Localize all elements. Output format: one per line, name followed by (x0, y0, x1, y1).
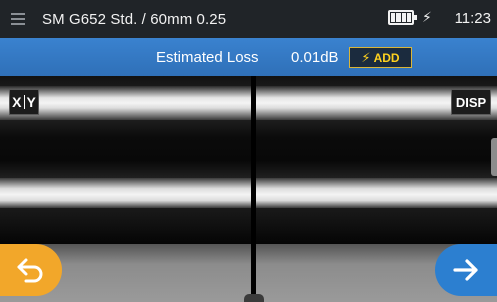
back-arrow-icon (17, 258, 43, 283)
menu-icon-line (11, 23, 25, 25)
charging-bolt-icon: ⚡ (422, 9, 432, 25)
estimated-loss-label: Estimated Loss (156, 49, 259, 66)
menu-button[interactable] (0, 0, 36, 38)
menu-icon-line (11, 13, 25, 15)
side-panel-handle[interactable] (491, 138, 497, 176)
estimated-loss-bar: Estimated Loss 0.01dB ⚡ ADD (0, 38, 497, 76)
lightning-icon: ⚡ (361, 49, 371, 65)
next-button[interactable] (435, 244, 497, 296)
fiber-profile-title[interactable]: SM G652 Std. / 60mm 0.25 (42, 11, 226, 28)
fiber-upper-edge (0, 86, 497, 120)
add-splice-button[interactable]: ⚡ ADD (349, 47, 412, 68)
splice-center-line (251, 76, 256, 302)
splice-line-handle[interactable] (244, 294, 264, 302)
xy-view-toggle-button[interactable]: X Y (9, 89, 39, 115)
battery-full-icon (388, 10, 417, 25)
xy-separator (23, 95, 25, 109)
back-button[interactable] (0, 244, 62, 296)
next-arrow-icon (453, 259, 478, 281)
estimated-loss-value: 0.01dB (291, 49, 339, 66)
display-button[interactable]: DISP (451, 89, 491, 115)
x-label: X (12, 94, 22, 110)
battery-status: ⚡ (388, 9, 432, 26)
y-label: Y (26, 94, 36, 110)
add-label: ADD (373, 50, 400, 65)
menu-icon-line (11, 18, 25, 20)
fiber-image-view: X Y DISP (0, 76, 497, 302)
fiber-core-region (0, 120, 497, 178)
status-bar: SM G652 Std. / 60mm 0.25 ⚡ 11:23 (0, 0, 497, 38)
clock: 11:23 (454, 10, 491, 27)
fiber-lower-edge (0, 178, 497, 208)
background-band (0, 208, 497, 244)
